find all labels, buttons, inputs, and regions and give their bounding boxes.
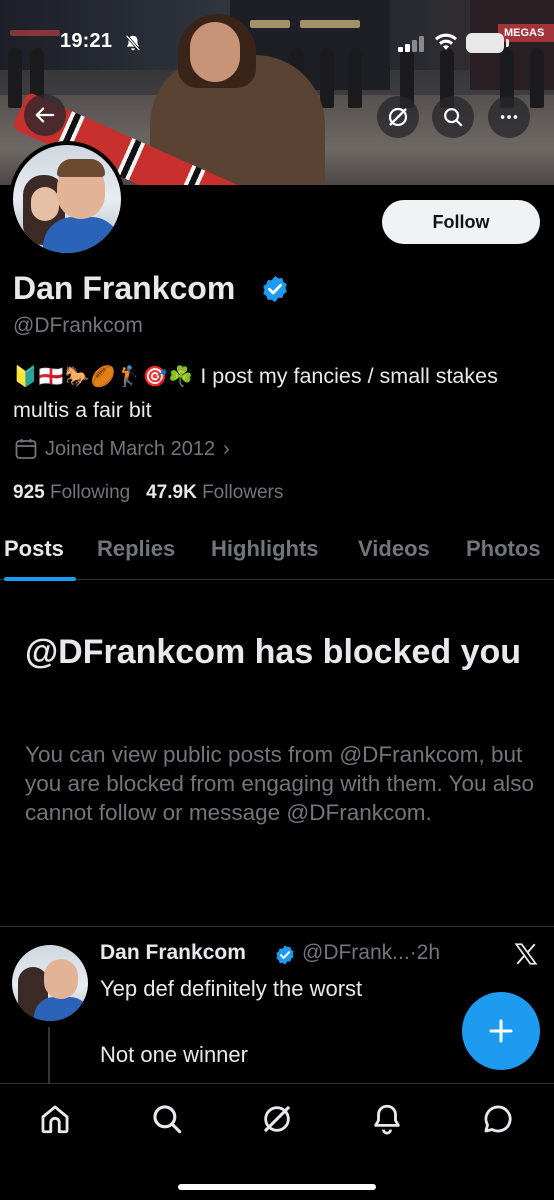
search-icon	[444, 108, 463, 127]
profile-name: Dan Frankcom	[13, 270, 236, 306]
profile-bio: 🔰🏴󠁧󠁢󠁥󠁮󠁧󠁿🐎🏉🏌️🎯☘️ I post my fancies / smal…	[13, 360, 543, 427]
follow-button[interactable]: Follow	[382, 200, 540, 244]
home-indicator[interactable]	[178, 1184, 376, 1190]
search-icon[interactable]	[150, 1102, 184, 1136]
search-button[interactable]	[432, 96, 474, 138]
blocked-title: @DFrankcom has blocked you	[25, 633, 522, 671]
following-label: Following	[49, 482, 131, 503]
signal-icon	[398, 36, 424, 52]
grok-button[interactable]	[377, 96, 419, 138]
following-count: 925	[13, 482, 45, 503]
x-logo-icon	[514, 943, 538, 965]
verified-badge-icon	[276, 945, 294, 965]
status-time: 19:21	[60, 30, 113, 52]
avatar-person-hair	[57, 159, 105, 177]
post-handle-time: @DFrank...·2h	[302, 941, 441, 964]
avatar-person-face	[31, 187, 59, 221]
more-button[interactable]	[488, 96, 530, 138]
calendar-icon	[15, 439, 37, 459]
avatar-photo	[13, 145, 121, 253]
back-icon	[35, 107, 55, 123]
banner-light	[250, 20, 290, 28]
profile-handle: @DFrankcom	[13, 314, 143, 337]
more-icon	[500, 115, 518, 119]
grok-icon[interactable]	[260, 1102, 294, 1136]
compose-button[interactable]	[462, 992, 540, 1070]
avatar-person-coat	[43, 217, 121, 253]
avatar-person-face	[44, 959, 78, 999]
post-text-line: Not one winner	[100, 1042, 248, 1067]
tab-replies[interactable]: Replies	[97, 536, 175, 562]
post-text-line: Yep def definitely the worst	[100, 976, 363, 1001]
profile-tabs: Posts Replies Highlights Videos Photos	[0, 530, 554, 581]
messages-icon[interactable]	[481, 1102, 515, 1136]
home-icon[interactable]	[38, 1102, 72, 1136]
profile-avatar[interactable]	[9, 141, 125, 257]
followers-link[interactable]: 47.9K Followers	[146, 482, 283, 503]
status-bar: 19:21	[0, 28, 554, 58]
notifications-icon[interactable]	[370, 1102, 404, 1136]
thread-line	[48, 1027, 50, 1085]
avatar-person-coat	[34, 997, 88, 1021]
tab-photos[interactable]: Photos	[466, 536, 541, 562]
battery-icon	[466, 33, 504, 53]
back-button[interactable]	[24, 94, 66, 136]
joined-label: Joined March 2012	[45, 437, 216, 460]
following-link[interactable]: 925 Following	[13, 482, 130, 503]
banner-light	[300, 20, 360, 28]
post-author-name: Dan Frankcom	[100, 941, 246, 964]
blocked-message: You can view public posts from @DFrankco…	[25, 742, 535, 825]
bottom-nav	[0, 1083, 554, 1200]
grok-icon	[388, 107, 408, 127]
followers-label: Followers	[202, 482, 284, 503]
active-tab-indicator	[4, 577, 76, 581]
battery-tip	[506, 39, 509, 47]
wifi-icon	[435, 33, 457, 50]
plus-icon	[489, 1019, 513, 1043]
chevron-right-icon: ›	[223, 437, 230, 460]
tab-posts[interactable]: Posts	[4, 536, 64, 562]
bell-off-icon	[125, 34, 141, 52]
followers-count: 47.9K	[146, 482, 197, 503]
bio-emojis: 🔰🏴󠁧󠁢󠁥󠁮󠁧󠁿🐎🏉🏌️🎯☘️	[13, 366, 195, 388]
post-avatar[interactable]	[12, 945, 88, 1021]
follow-stats: 925 Following 47.9K Followers	[13, 482, 283, 504]
joined-date[interactable]: Joined March 2012 ›	[13, 435, 230, 463]
tab-videos[interactable]: Videos	[358, 536, 430, 562]
verified-badge-icon	[263, 275, 287, 303]
tab-highlights[interactable]: Highlights	[211, 536, 319, 562]
